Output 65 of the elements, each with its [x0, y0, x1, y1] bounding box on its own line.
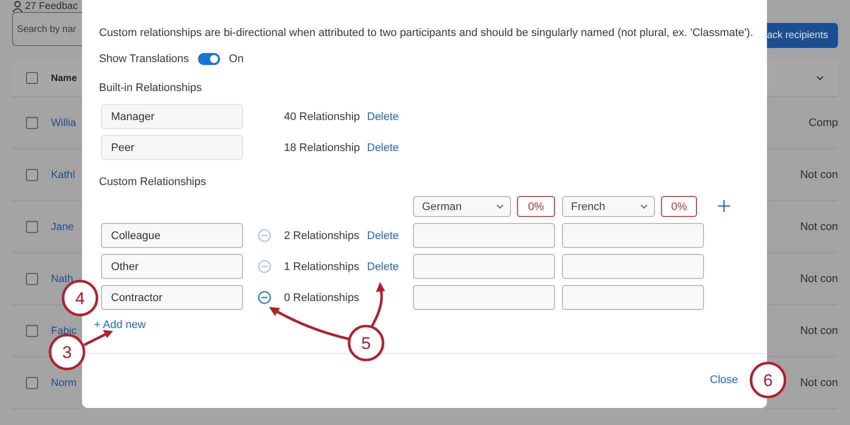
relationship-field[interactable]: Colleague	[101, 223, 243, 248]
status-text: Not con	[800, 324, 838, 336]
relationship-field: Manager	[101, 104, 243, 129]
delete-link[interactable]: Delete	[367, 110, 399, 122]
name-link[interactable]: Jane	[51, 220, 74, 232]
description-text: Custom relationships are bi-directional when attributed to two participants and should be singularly named (not plural, ex. 'Classmate').	[99, 26, 754, 40]
pointer-arrow	[370, 282, 385, 327]
checkbox[interactable]	[26, 272, 38, 284]
name-link[interactable]: Kathl	[51, 168, 75, 180]
relationship-count: 2 Relationships	[284, 228, 360, 244]
translation-field[interactable]	[562, 223, 704, 248]
relationship-field[interactable]: Other	[101, 254, 243, 279]
step-marker: 5	[348, 324, 384, 362]
checkbox[interactable]	[26, 72, 38, 84]
status-text: Not con	[800, 376, 838, 388]
person-icon	[12, 0, 23, 12]
delete-link[interactable]: Delete	[367, 260, 399, 272]
relationship-count: 1 Relationships	[284, 260, 360, 274]
pointer-arrow	[83, 330, 113, 346]
status-text: Comp	[808, 116, 838, 128]
translation-field[interactable]	[413, 285, 555, 310]
translation-field[interactable]	[562, 285, 704, 310]
relationship-count: 40 Relationship	[284, 110, 361, 124]
name-link[interactable]: Norm	[51, 376, 77, 388]
toggle-state: On	[228, 53, 244, 65]
track-recipients-button[interactable]: ack recipients	[767, 23, 838, 48]
column-header: Name	[51, 72, 77, 84]
translation-field[interactable]	[562, 254, 704, 279]
chevron-down-icon	[496, 204, 504, 209]
section-title: Built-in Relationships	[99, 81, 203, 95]
delete-link[interactable]: Delete	[367, 142, 399, 154]
checkbox[interactable]	[26, 220, 38, 232]
add-language-icon[interactable]	[718, 200, 730, 212]
checkbox[interactable]	[26, 376, 38, 388]
step-marker: 3	[48, 334, 86, 370]
relationship-count: 0 Relationships	[284, 290, 360, 306]
status-text: Not con	[800, 272, 838, 284]
completion-badge: 0%	[517, 196, 555, 217]
close-link[interactable]: Close	[710, 373, 738, 387]
checkbox[interactable]	[26, 324, 38, 336]
relationship-field[interactable]: Contractor	[101, 285, 243, 310]
step-marker: 6	[750, 362, 786, 398]
section-title: Custom Relationships	[99, 175, 207, 189]
remove-icon[interactable]	[258, 291, 271, 304]
translation-field[interactable]	[413, 254, 555, 279]
checkbox[interactable]	[26, 168, 38, 180]
add-new-link[interactable]: + Add new	[94, 318, 146, 332]
relationship-count: 18 Relationship	[284, 140, 361, 156]
delete-link[interactable]: Delete	[367, 230, 399, 242]
translations-toggle[interactable]	[198, 53, 220, 65]
status-text: Not con	[800, 168, 838, 180]
name-link[interactable]: Willia	[51, 116, 76, 128]
feedback-count: 27 Feedbac	[25, 0, 78, 12]
search-field[interactable]: Search by nar	[12, 12, 82, 46]
relationship-field: Peer	[101, 135, 243, 160]
checkbox[interactable]	[26, 116, 38, 128]
completion-badge: 0%	[661, 196, 697, 217]
translation-field[interactable]	[413, 223, 555, 248]
status-text: Not con	[800, 220, 838, 232]
language-select[interactable]: French	[562, 196, 656, 217]
name-link[interactable]: Fabic	[51, 324, 77, 336]
chevron-down-icon	[640, 204, 648, 209]
chevron-down-icon[interactable]	[816, 75, 824, 81]
toggle-label: Show Translations	[99, 53, 189, 65]
language-select[interactable]: German	[413, 196, 511, 217]
